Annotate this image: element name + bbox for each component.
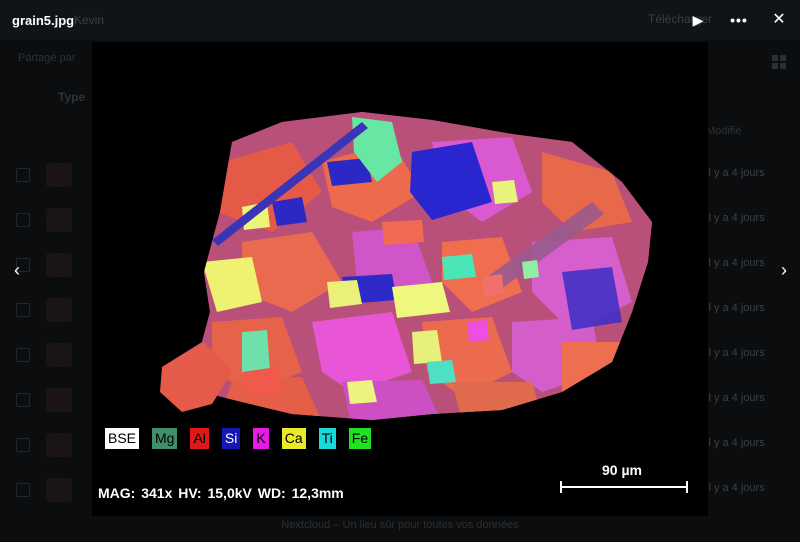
element-legend: BSE Mg Al Si K Ca Ti Fe (105, 428, 372, 449)
grid-view-icon (772, 55, 786, 69)
row-modified: il y a 4 jours (706, 212, 765, 224)
viewer-image: BSE Mg Al Si K Ca Ti Fe MAG: 341x HV: 15… (92, 42, 708, 516)
previous-image-icon[interactable]: ‹ (6, 258, 28, 282)
row-checkbox (16, 348, 30, 362)
sem-metadata: MAG: 341x HV: 15,0kV WD: 12,3mm (98, 485, 344, 501)
file-thumbnail (46, 433, 72, 457)
file-thumbnail (46, 163, 72, 187)
row-modified: il y a 4 jours (706, 302, 765, 314)
row-checkbox (16, 213, 30, 227)
column-header-type: Type (58, 90, 86, 104)
legend-chip-si: Si (221, 428, 241, 449)
row-checkbox (16, 438, 30, 452)
close-icon[interactable]: ✕ (771, 10, 787, 30)
file-thumbnail (46, 253, 72, 277)
column-header-modified: Modifié (706, 125, 742, 137)
row-checkbox (16, 303, 30, 317)
legend-chip-ti: Ti (318, 428, 336, 449)
file-thumbnail (46, 478, 72, 502)
row-modified: il y a 4 jours (706, 482, 765, 494)
scale-bar-label: 90 µm (602, 462, 642, 478)
row-checkbox (16, 483, 30, 497)
legend-chip-k: K (253, 428, 269, 449)
legend-chip-fe: Fe (348, 428, 372, 449)
row-modified: il y a 4 jours (706, 437, 765, 449)
row-modified: il y a 4 jours (706, 392, 765, 404)
file-thumbnail (46, 388, 72, 412)
scale-bar (560, 481, 688, 493)
file-thumbnail (46, 298, 72, 322)
legend-chip-mg: Mg (152, 428, 178, 449)
row-modified: il y a 4 jours (706, 347, 765, 359)
viewer-filename: grain5.jpg (12, 13, 75, 28)
legend-chip-bse: BSE (105, 428, 140, 449)
legend-chip-al: Al (190, 428, 209, 449)
background-breadcrumb: Partagé par (18, 52, 76, 64)
row-checkbox (16, 393, 30, 407)
file-thumbnail (46, 208, 72, 232)
slideshow-play-icon[interactable]: ▶ (690, 10, 706, 30)
more-options-icon[interactable]: ••• (730, 10, 748, 30)
legend-chip-ca: Ca (281, 428, 306, 449)
row-checkbox (16, 168, 30, 182)
background-footer: Nextcloud – Un lieu sûr pour toutes vos … (281, 519, 519, 531)
viewer-topbar: grain5.jpg Kevin Télécharger ▶ ••• ✕ (0, 0, 800, 40)
background-user-name: Kevin (74, 13, 105, 27)
row-modified: il y a 4 jours (706, 167, 765, 179)
file-thumbnail (46, 343, 72, 367)
row-modified: il y a 4 jours (706, 257, 765, 269)
next-image-icon[interactable]: › (773, 258, 795, 282)
